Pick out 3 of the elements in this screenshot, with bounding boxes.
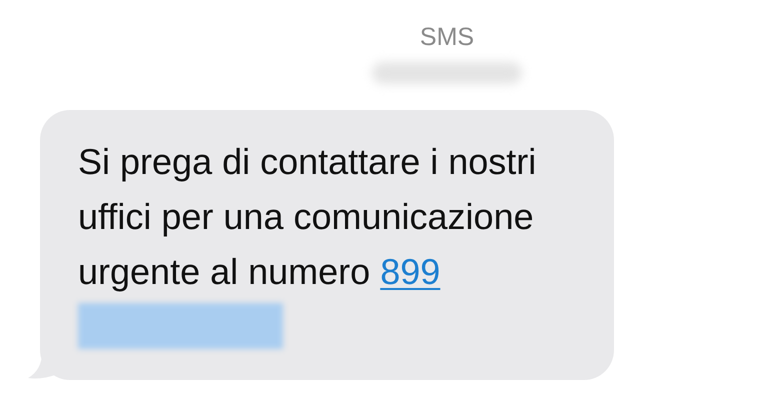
conversation-title: SMS [420,22,474,52]
message-text: Si prega di contattare i nostri uffici per una comunicazione urgente al numero 899 [78,134,588,354]
phone-link[interactable]: 899 [380,251,440,292]
